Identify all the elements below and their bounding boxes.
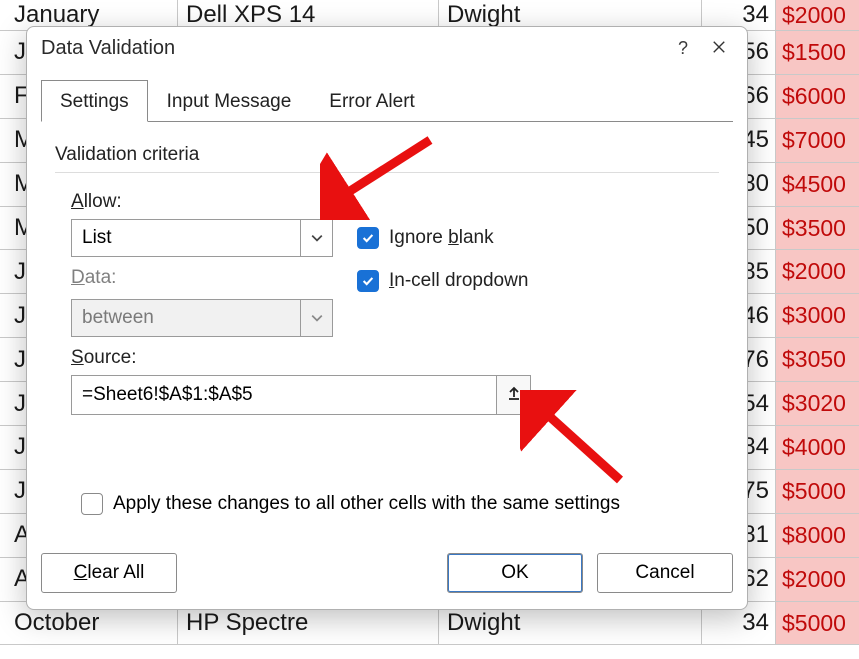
data-value: between <box>72 307 300 329</box>
data-label: Data: <box>71 267 333 289</box>
dialog-tabs: Settings Input Message Error Alert <box>27 69 747 121</box>
allow-value: List <box>72 227 300 249</box>
allow-label: Allow: <box>71 191 719 213</box>
source-row <box>71 375 531 415</box>
tab-error-alert[interactable]: Error Alert <box>310 80 434 122</box>
dialog-footer: Clear All OK Cancel <box>27 553 747 609</box>
cell-amount[interactable]: $4500 <box>776 163 859 206</box>
clear-all-button[interactable]: Clear All <box>41 553 177 593</box>
cancel-button[interactable]: Cancel <box>597 553 733 593</box>
incell-dropdown-checkbox[interactable]: In-cell dropdown <box>357 270 528 292</box>
tab-input-message[interactable]: Input Message <box>148 80 311 122</box>
close-icon <box>712 38 726 59</box>
cell-amount[interactable]: $3000 <box>776 294 859 337</box>
dialog-titlebar: Data Validation ? <box>27 27 747 69</box>
cell-amount[interactable]: $3050 <box>776 338 859 381</box>
data-combo: between <box>71 299 333 337</box>
cell-amount[interactable]: $7000 <box>776 119 859 162</box>
close-button[interactable] <box>701 32 737 64</box>
chevron-down-icon <box>300 300 332 336</box>
apply-all-checkbox[interactable]: Apply these changes to all other cells w… <box>81 493 620 515</box>
source-input[interactable] <box>71 375 497 415</box>
cell-amount[interactable]: $8000 <box>776 514 859 557</box>
source-label: Source: <box>71 347 719 369</box>
cell-amount[interactable]: $6000 <box>776 75 859 118</box>
cell-amount[interactable]: $3020 <box>776 382 859 425</box>
cell-amount[interactable]: $5000 <box>776 470 859 513</box>
cell-amount[interactable]: $2000 <box>776 250 859 293</box>
data-validation-dialog: Data Validation ? Settings Input Message… <box>26 26 748 610</box>
checkbox-icon <box>81 493 103 515</box>
criteria-header: Validation criteria <box>55 144 719 173</box>
ignore-blank-checkbox[interactable]: Ignore blank <box>357 227 494 249</box>
dialog-content: Validation criteria Allow: List Ignore b… <box>27 122 747 553</box>
cell-amount[interactable]: $2000 <box>776 558 859 601</box>
apply-all-label: Apply these changes to all other cells w… <box>113 493 620 515</box>
cell-amount[interactable]: $1500 <box>776 31 859 74</box>
incell-label: In-cell dropdown <box>389 270 528 292</box>
tab-settings[interactable]: Settings <box>41 80 148 122</box>
collapse-dialog-icon <box>506 385 522 406</box>
cell-amount[interactable]: $2000 <box>776 0 859 30</box>
checkbox-icon <box>357 270 379 292</box>
dialog-title: Data Validation <box>41 37 175 60</box>
range-selector-button[interactable] <box>497 375 531 415</box>
cell-amount[interactable]: $5000 <box>776 602 859 645</box>
help-button[interactable]: ? <box>665 32 701 64</box>
ok-button[interactable]: OK <box>447 553 583 593</box>
chevron-down-icon <box>300 220 332 256</box>
allow-combo[interactable]: List <box>71 219 333 257</box>
cell-amount[interactable]: $3500 <box>776 207 859 250</box>
ignore-blank-label: Ignore blank <box>389 227 494 249</box>
checkbox-icon <box>357 227 379 249</box>
cell-amount[interactable]: $4000 <box>776 426 859 469</box>
